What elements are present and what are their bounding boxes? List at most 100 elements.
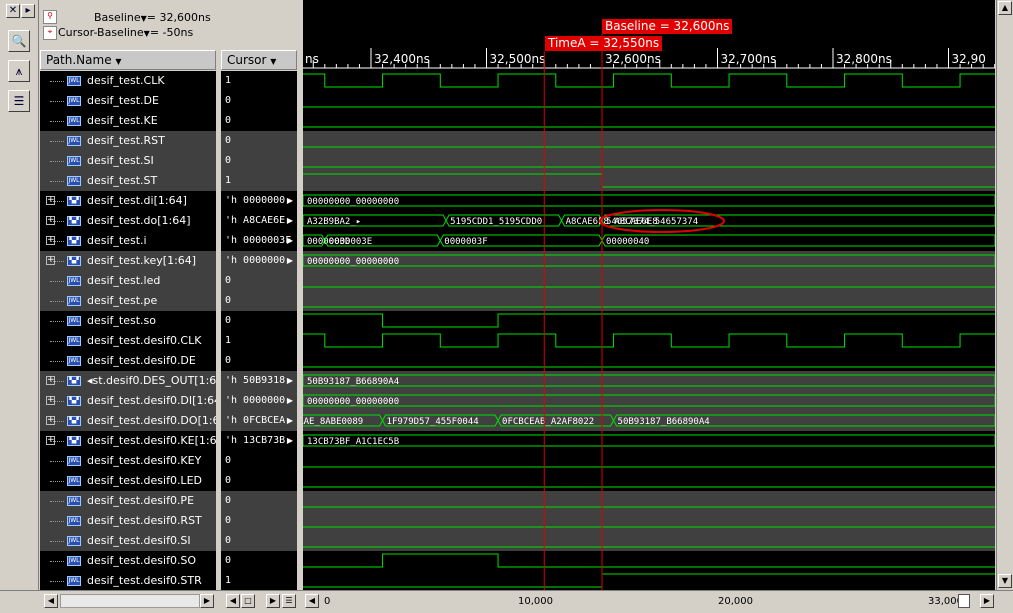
chevron-down-icon[interactable]: ▼ [115,57,121,66]
cursor-value-row[interactable]: 1 [221,71,297,91]
close-icon[interactable]: ✕ [6,4,20,18]
cursor-value-row[interactable]: 0 [221,531,297,551]
signal-row[interactable]: JWL desif_test.desif0.KEY [40,451,216,471]
cursor-value-row[interactable]: 0 [221,291,297,311]
cursor-value: 0 [225,495,232,506]
cursor-value: 0 [225,515,232,526]
path-name-column-header[interactable]: Path.Name ▼ [40,50,216,70]
stop-icon[interactable]: □ [241,594,255,608]
value-arrow-icon: ▶ [286,196,293,205]
signal-row[interactable]: JWL desif_test.DE [40,91,216,111]
value-arrow-icon: ▶ [286,376,293,385]
cursor-value-row[interactable]: 0 [221,511,297,531]
signal-row[interactable]: JWL desif_test.SI [40,151,216,171]
tree-line [50,201,64,202]
tree-line [50,521,64,522]
scroll-right-icon[interactable]: ▶ [980,594,994,608]
cursor-value-list: 1 0 0 0 0 1'h 0000000 ▶'h A8CAE6E ▶'h 0000003F ▶… [221,71,297,590]
cursor-value-row[interactable]: 'h 13CB73B ▶ [221,431,297,451]
baseline-icon[interactable]: ⚲ [43,10,57,24]
scroll-up-icon[interactable]: ▲ [998,1,1012,15]
waveform-area[interactable]: 00000000_00000000 A32B9BA2_▸ 5195CDD1_5195… [303,71,995,590]
cursor-value-row[interactable]: 0 [221,151,297,171]
signal-row[interactable]: + ▚▞ desif_test.do[1:64] [40,211,216,231]
timea-marker[interactable]: TimeA = 32,550ns [545,36,663,51]
signal-row[interactable]: JWL desif_test.KE [40,111,216,131]
signal-row[interactable]: JWL desif_test.desif0.DE [40,351,216,371]
cursor-value-row[interactable]: 0 [221,311,297,331]
signal-row[interactable]: + ▚▞ desif_test.di[1:64] [40,191,216,211]
scroll-right-icon[interactable]: ▶ [200,594,214,608]
scroll-down-icon[interactable]: ▼ [998,574,1012,588]
time-ruler[interactable]: ns 32,400ns 32,500ns 32,600ns 32,700ns 32,800… [255,0,996,71]
signal-row[interactable]: + ▚▞ ◂st.desif0.DES_OUT[1:64] [40,371,216,391]
cursor-value-row[interactable]: 1 [221,571,297,591]
cursor-value-row[interactable]: 'h 0000003F ▶ [221,231,297,251]
cursor-value: 'h 0000003F [225,235,292,246]
cursor-value-row[interactable]: 'h 0000000 ▶ [221,391,297,411]
tree-line [50,461,64,462]
waveform-icon[interactable]: ⩚ [8,60,30,82]
vertical-scrollbar[interactable]: ▲ ▼ [996,0,1013,590]
bus-value-label: 00000000_00000000 [307,397,399,407]
chevron-down-icon[interactable]: ▼ [270,57,276,66]
name-horizontal-scrollbar[interactable] [60,594,200,608]
cursor-value-row[interactable]: 1 [221,331,297,351]
signal-row[interactable]: JWL desif_test.CLK [40,71,216,91]
cursor-value-row[interactable]: 'h A8CAE6E ▶ [221,211,297,231]
signal-icon: JWL [67,76,81,86]
cursor-value-row[interactable]: 0 [221,91,297,111]
signal-row[interactable]: +▚▞desif_test.desif0.DO[1:64] [40,411,216,431]
cursor-value: 0 [225,555,232,566]
scroll-right-icon[interactable]: ▶ [266,594,280,608]
scroll-left-icon[interactable]: ◀ [305,594,319,608]
signal-row[interactable]: JWL desif_test.desif0.SO [40,551,216,571]
signal-row[interactable]: JWL desif_test.desif0.RST [40,511,216,531]
signal-row[interactable]: JWL desif_test.desif0.STR [40,571,216,591]
cursor-value-row[interactable]: 0 [221,451,297,471]
signal-row[interactable]: + ▚▞ desif_test.desif0.DI[1:64] [40,391,216,411]
cursor-value-row[interactable]: 0 [221,491,297,511]
scroll-left-icon[interactable]: ◀ [44,594,58,608]
signal-name: desif_test.key[1:64] [87,254,197,267]
signal-row[interactable]: JWL desif_test.pe [40,291,216,311]
cursor-value-row[interactable]: 'h 50B9318 ▶ [221,371,297,391]
baseline-label[interactable]: Baseline [94,11,141,24]
play-icon[interactable]: ▸ [21,4,35,18]
cursor-value-row[interactable]: 0 [221,351,297,371]
baseline-marker[interactable]: Baseline = 32,600ns [602,19,733,34]
signal-row[interactable]: JWL desif_test.desif0.LED [40,471,216,491]
row-background [303,531,995,551]
cursor-value-row[interactable]: 0 [221,111,297,131]
signal-row[interactable]: JWL desif_test.desif0.SI [40,531,216,551]
signal-row[interactable]: JWL desif_test.so [40,311,216,331]
signal-row[interactable]: JWL desif_test.led [40,271,216,291]
tree-line [50,401,64,402]
overview-slider-handle[interactable] [958,594,970,608]
cursor-baseline-icon[interactable]: ⌖ [43,26,57,40]
signal-row[interactable]: JWL desif_test.desif0.PE [40,491,216,511]
cursor-value-row[interactable]: 0 [221,551,297,571]
signal-row[interactable]: JWL desif_test.ST [40,171,216,191]
signal-row[interactable]: JWL desif_test.desif0.CLK [40,331,216,351]
list-icon[interactable]: ☰ [8,90,30,112]
time-overview-bar[interactable]: 0 10,000 20,000 33,000 [322,594,978,610]
cursor-value-row[interactable]: 'h 0FCBCEA ▶ [221,411,297,431]
cursor-value-row[interactable]: 1 [221,171,297,191]
zoom-icon[interactable]: 🔍 [8,30,30,52]
signal-name: desif_test.i [87,234,147,247]
signal-row[interactable]: JWL desif_test.RST [40,131,216,151]
signal-row[interactable]: + ▚▞ desif_test.key[1:64] [40,251,216,271]
list-icon[interactable]: ☰ [282,594,296,608]
cursor-value-row[interactable]: 'h 0000000 ▶ [221,251,297,271]
cursor-column-header[interactable]: Cursor ▼ [221,50,297,70]
waveform-svg: 00000000_00000000 A32B9BA2_▸ 5195CDD1_5195… [303,71,995,590]
cursor-value-row[interactable]: 0 [221,271,297,291]
cursor-value-row[interactable]: 'h 0000000 ▶ [221,191,297,211]
scroll-left-icon[interactable]: ◀ [226,594,240,608]
signal-row[interactable]: + ▚▞ desif_test.i [40,231,216,251]
cursor-value-row[interactable]: 0 [221,471,297,491]
cursor-value-row[interactable]: 0 [221,131,297,151]
cursor-baseline-label[interactable]: Cursor-Baseline [58,26,144,39]
signal-row[interactable]: + ▚▞ desif_test.desif0.KE[1:64] [40,431,216,451]
